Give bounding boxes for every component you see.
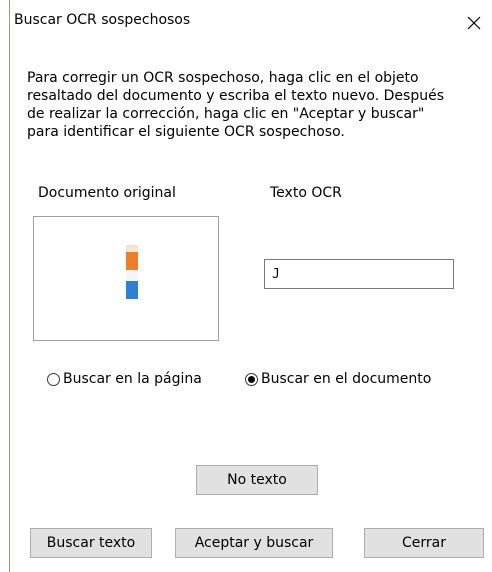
radio-document-circle[interactable] xyxy=(245,372,258,386)
radio-search-page[interactable]: Buscar en la página xyxy=(47,371,202,387)
search-text-button[interactable]: Buscar texto xyxy=(30,528,152,558)
instructions-text: Para corregir un OCR sospechoso, haga cl… xyxy=(27,70,445,140)
close-window-button[interactable] xyxy=(456,8,492,38)
glyph-image-top xyxy=(126,245,138,252)
radio-page-circle[interactable] xyxy=(47,372,60,386)
title-bar: Buscar OCR sospechosos xyxy=(10,0,492,40)
ocr-text-input[interactable] xyxy=(264,259,454,289)
radio-selected-dot xyxy=(248,375,255,383)
original-document-preview xyxy=(33,216,219,341)
ocr-text-label: Texto OCR xyxy=(270,185,342,201)
dialog-title: Buscar OCR sospechosos xyxy=(14,12,191,28)
suspect-ocr-dialog: Buscar OCR sospechosos Para corregir un … xyxy=(0,0,492,572)
close-button[interactable]: Cerrar xyxy=(364,528,484,558)
radio-page-label: Buscar en la página xyxy=(63,371,202,387)
original-document-label: Documento original xyxy=(38,185,176,201)
close-icon xyxy=(467,16,481,30)
no-text-button[interactable]: No texto xyxy=(196,465,318,495)
window-border xyxy=(9,0,10,572)
radio-document-label: Buscar en el documento xyxy=(261,371,432,387)
accept-and-search-button[interactable]: Aceptar y buscar xyxy=(175,528,333,558)
glyph-image-orange xyxy=(126,252,138,270)
radio-search-document[interactable]: Buscar en el documento xyxy=(245,371,431,387)
glyph-image-gap xyxy=(126,270,138,281)
glyph-image-blue xyxy=(126,281,138,299)
